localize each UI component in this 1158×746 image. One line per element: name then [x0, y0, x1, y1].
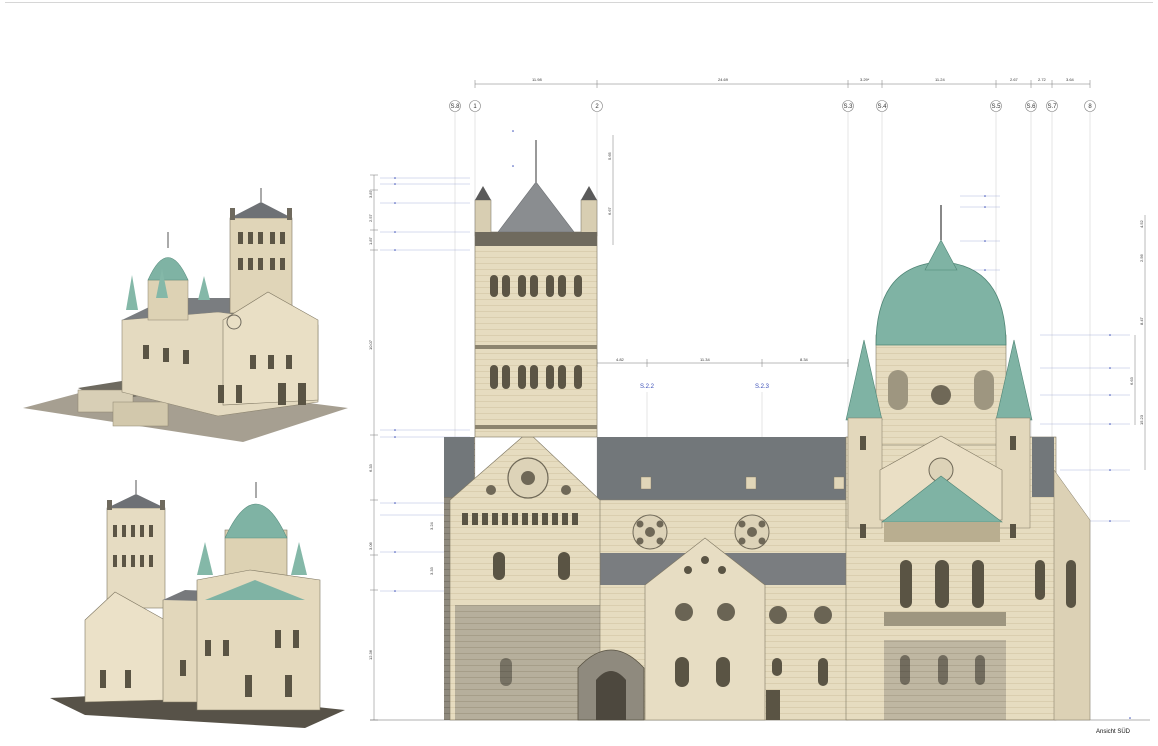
left-dimension: 6.33 [368, 463, 373, 472]
section-label: S.2.2 [640, 384, 655, 390]
left-dimension: 10.07 [368, 339, 373, 350]
axis-label: S.6 [1026, 104, 1036, 110]
left-dimension: 1.87 [368, 236, 373, 245]
axis-label: S.8 [450, 104, 460, 110]
south-elevation-drawing: 11.98 24.69 3.29* 11.24 2.67 2.72 3.64 S… [368, 77, 1150, 721]
left-dimension: 3.87 [368, 189, 373, 198]
right-dimension: 15.23 [1139, 414, 1144, 425]
top-dimension: 3.64 [1066, 77, 1075, 82]
axis-label: S.7 [1047, 104, 1057, 110]
section-label: S.2.3 [755, 384, 770, 390]
tower-dimension: 6.67 [607, 206, 612, 215]
axis-label: S.3 [843, 104, 853, 110]
top-dimension: 11.98 [532, 77, 542, 82]
right-dimension: 2.56 [1139, 253, 1144, 262]
view-title: Ansicht SÜD [1096, 729, 1131, 735]
top-dimension: 2.67 [1010, 77, 1019, 82]
right-dimension: 4.52 [1139, 219, 1144, 228]
nave-dimension: 8.34 [800, 357, 809, 362]
top-dimension: 24.69 [718, 77, 729, 82]
left-dimension: 3.33 [429, 566, 434, 575]
axis-label: S.5 [991, 104, 1001, 110]
top-dimension: 2.72 [1038, 77, 1047, 82]
axis-label: S.4 [877, 104, 887, 110]
right-dimension: 8.47 [1139, 316, 1144, 325]
nave-dimension: 4.82 [616, 357, 625, 362]
left-dimension: 3.06 [368, 541, 373, 550]
left-dimension: 12.36 [368, 649, 373, 660]
nave-dimension: 11.34 [700, 357, 710, 362]
left-dimension: 2.57 [368, 213, 373, 222]
top-dimension: 11.24 [935, 77, 945, 82]
drawing-sheet: 11.98 24.69 3.29* 11.24 2.67 2.72 3.64 S… [0, 0, 1158, 746]
tower-dimension: 5.65 [607, 151, 612, 160]
left-dimension: 3.24 [429, 521, 434, 530]
right-dimension: 6.63 [1129, 376, 1134, 385]
top-dimension: 3.29* [860, 77, 870, 82]
elevation-building [444, 140, 1091, 721]
